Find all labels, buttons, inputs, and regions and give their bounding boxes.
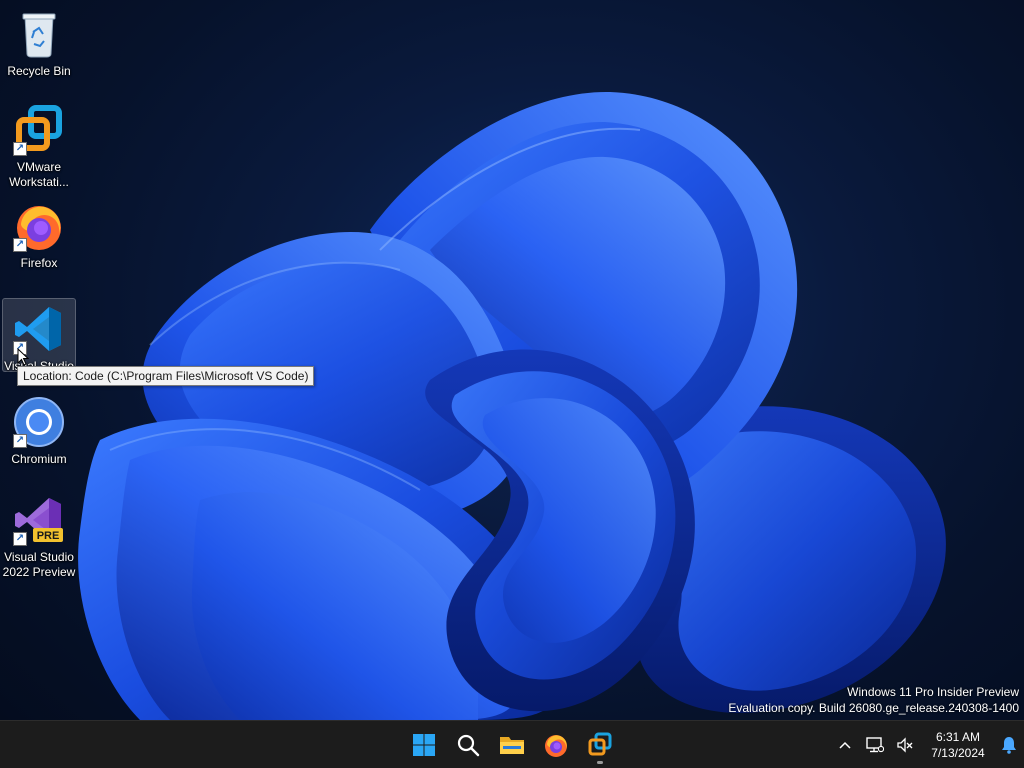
mouse-cursor-icon (17, 348, 29, 366)
build-watermark: Windows 11 Pro Insider Preview Evaluatio… (728, 684, 1019, 716)
visual-studio-preview-icon: PRE ↗ (13, 494, 65, 546)
network-button[interactable] (860, 725, 890, 765)
taskbar-pinned-apps (402, 721, 622, 768)
shortcut-arrow-icon: ↗ (13, 238, 27, 252)
bloom-wallpaper-art (78, 91, 946, 720)
clock-time: 6:31 AM (935, 730, 981, 744)
desktop-icon-label: VMware Workstati... (9, 160, 69, 189)
preview-badge: PRE (37, 530, 60, 542)
watermark-edition: Windows 11 Pro Insider Preview (847, 685, 1019, 699)
desktop-icon-visual-studio-code[interactable]: ↗ Visual Studio (2, 298, 76, 373)
desktop-icon-vmware[interactable]: ↗ VMware Workstati... (2, 100, 76, 189)
desktop-icon-label: Visual Studio 2022 Preview (2, 550, 76, 579)
taskbar: 6:31 AM 7/13/2024 (0, 720, 1024, 768)
recycle-bin-icon (13, 8, 65, 60)
volume-muted-icon (897, 737, 913, 753)
desktop-icon-chromium[interactable]: ↗ Chromium (2, 392, 76, 480)
search-icon (457, 734, 480, 757)
file-explorer-icon (500, 737, 524, 754)
volume-button[interactable] (890, 725, 920, 765)
vmware-taskbar-button[interactable] (578, 725, 622, 765)
notifications-button[interactable] (994, 725, 1024, 765)
chromium-icon: ↗ (13, 396, 65, 448)
start-button[interactable] (402, 725, 446, 765)
vmware-icon (588, 732, 612, 756)
running-indicator (597, 761, 603, 764)
firefox-taskbar-button[interactable] (534, 725, 578, 765)
system-tray: 6:31 AM 7/13/2024 (830, 721, 1024, 768)
show-hidden-icons-button[interactable] (830, 725, 860, 765)
desktop-icon-label: Recycle Bin (7, 64, 71, 78)
network-icon (866, 737, 884, 753)
shortcut-arrow-icon: ↗ (13, 434, 27, 448)
clock-date: 7/13/2024 (931, 746, 985, 760)
watermark-build: Evaluation copy. Build 26080.ge_release.… (728, 701, 1019, 715)
desktop-icon-label: Firefox (20, 256, 58, 270)
desktop-icon-firefox[interactable]: ↗ Firefox (2, 196, 76, 284)
taskbar-clock[interactable]: 6:31 AM 7/13/2024 (926, 729, 990, 761)
chevron-up-icon (839, 741, 851, 749)
start-icon (413, 734, 435, 756)
wallpaper (0, 0, 1024, 720)
location-tooltip: Location: Code (C:\Program Files\Microso… (17, 366, 315, 386)
vmware-icon: ↗ (13, 104, 65, 156)
desktop-icon-visual-studio-2022-preview[interactable]: PRE ↗ Visual Studio 2022 Preview (2, 490, 76, 582)
bell-icon (1002, 737, 1016, 754)
shortcut-arrow-icon: ↗ (13, 142, 27, 156)
shortcut-arrow-icon: ↗ (13, 532, 27, 546)
firefox-icon: ↗ (13, 200, 65, 252)
file-explorer-button[interactable] (490, 725, 534, 765)
desktop-icon-recycle-bin[interactable]: Recycle Bin (2, 4, 76, 92)
firefox-icon (545, 735, 567, 757)
search-button[interactable] (446, 725, 490, 765)
desktop-icon-label: Chromium (11, 452, 67, 466)
